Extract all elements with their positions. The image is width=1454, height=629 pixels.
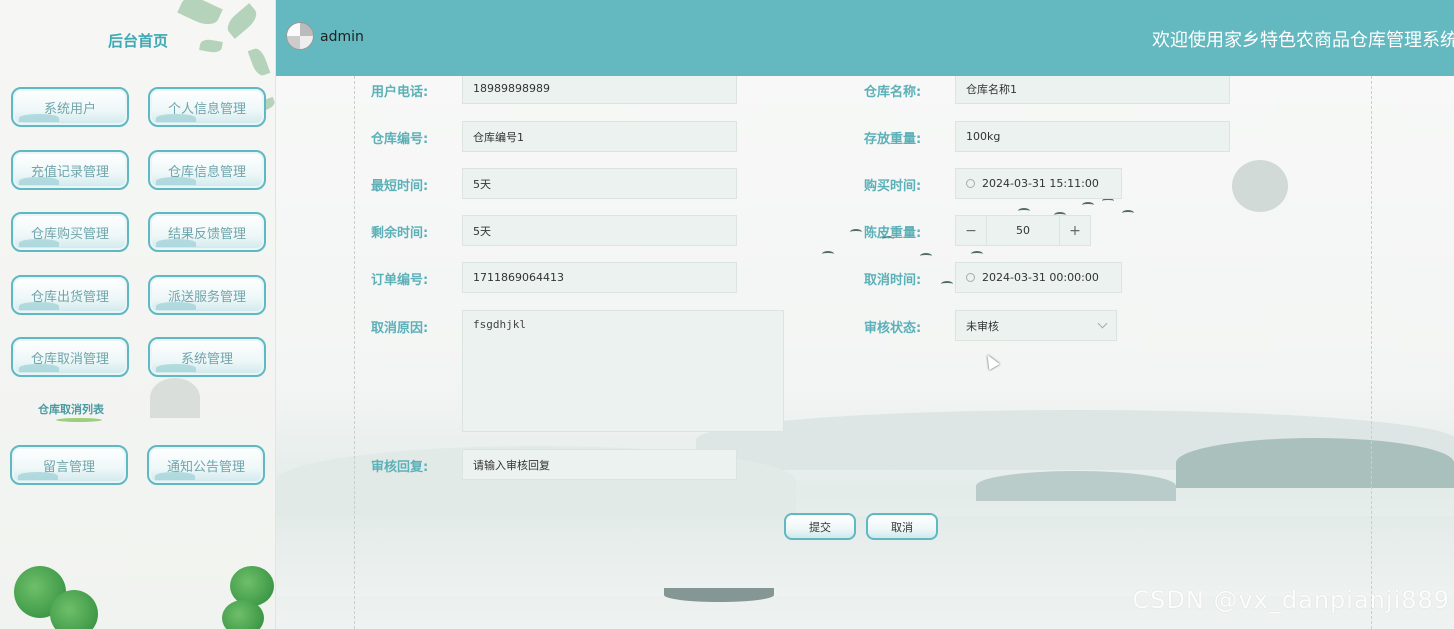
cancel-time-value: 2024-03-31 00:00:00 bbox=[982, 271, 1099, 284]
mountain-decoration bbox=[150, 378, 200, 418]
bird-decoration bbox=[1122, 210, 1134, 216]
label-phone: 用户电话: bbox=[371, 85, 429, 100]
bird-decoration bbox=[850, 229, 862, 235]
remaining-time-field[interactable]: 5天 bbox=[462, 215, 737, 246]
menu-notices[interactable]: 通知公告管理 bbox=[147, 445, 265, 485]
label-cancel-reason: 取消原因: bbox=[371, 321, 429, 336]
increment-button[interactable]: + bbox=[1060, 216, 1090, 245]
min-time-value: 5天 bbox=[473, 177, 491, 191]
bird-decoration bbox=[1018, 208, 1030, 214]
menu-warehouse-info[interactable]: 仓库信息管理 bbox=[148, 150, 266, 190]
warehouse-no-field[interactable]: 仓库编号1 bbox=[462, 121, 737, 152]
menu-messages[interactable]: 留言管理 bbox=[10, 445, 128, 485]
menu-recharge-records[interactable]: 充值记录管理 bbox=[11, 150, 129, 190]
label-warehouse-name: 仓库名称: bbox=[864, 85, 922, 100]
bird-decoration bbox=[822, 251, 834, 257]
cancel-reason-value: fsgdhjkl bbox=[473, 318, 526, 331]
sidebar-title-home[interactable]: 后台首页 bbox=[0, 30, 275, 51]
tare-weight-value[interactable]: 50 bbox=[986, 216, 1060, 245]
cancel-time-picker[interactable]: 2024-03-31 00:00:00 bbox=[955, 262, 1122, 293]
remaining-time-value: 5天 bbox=[473, 224, 491, 238]
cancel-reason-textarea[interactable]: fsgdhjkl bbox=[462, 310, 784, 432]
storage-weight-field[interactable]: 100kg bbox=[955, 121, 1230, 152]
label-purchase-time: 购买时间: bbox=[864, 179, 922, 194]
clock-icon bbox=[966, 273, 975, 282]
min-time-field[interactable]: 5天 bbox=[462, 168, 737, 199]
menu-personal-info[interactable]: 个人信息管理 bbox=[148, 87, 266, 127]
submit-button[interactable]: 提交 bbox=[784, 513, 856, 540]
welcome-text: 欢迎使用家乡特色农商品仓库管理系统 bbox=[1152, 30, 1454, 51]
order-no-field[interactable]: 1711869064413 bbox=[462, 262, 737, 293]
review-reply-input[interactable]: 请输入审核回复 bbox=[462, 449, 737, 480]
review-status-select[interactable]: 未审核 bbox=[955, 310, 1117, 341]
purchase-time-picker[interactable]: 2024-03-31 15:11:00 bbox=[955, 168, 1122, 199]
warehouse-no-value: 仓库编号1 bbox=[473, 130, 524, 144]
label-storage-weight: 存放重量: bbox=[864, 132, 922, 147]
boat-decoration bbox=[664, 588, 774, 602]
storage-weight-value: 100kg bbox=[966, 130, 1001, 143]
sidebar: 后台首页 系统用户 个人信息管理 充值记录管理 仓库信息管理 仓库购买管理 结果… bbox=[0, 0, 276, 629]
warehouse-name-value: 仓库名称1 bbox=[966, 82, 1017, 96]
chevron-down-icon bbox=[1097, 318, 1108, 329]
menu-warehouse-purchase[interactable]: 仓库购买管理 bbox=[11, 212, 129, 252]
mouse-cursor bbox=[982, 351, 1000, 371]
phone-field[interactable]: 18989898989 bbox=[462, 76, 737, 104]
review-status-value: 未审核 bbox=[966, 319, 999, 333]
order-no-value: 1711869064413 bbox=[473, 271, 564, 284]
label-review-reply: 审核回复: bbox=[371, 460, 429, 475]
purchase-time-value: 2024-03-31 15:11:00 bbox=[982, 177, 1099, 190]
label-cancel-time: 取消时间: bbox=[864, 273, 922, 288]
bird-decoration bbox=[941, 281, 953, 287]
cancel-button[interactable]: 取消 bbox=[866, 513, 938, 540]
tare-weight-stepper[interactable]: − 50 + bbox=[955, 215, 1091, 246]
menu-warehouse-shipment[interactable]: 仓库出货管理 bbox=[11, 275, 129, 315]
menu-result-feedback[interactable]: 结果反馈管理 bbox=[148, 212, 266, 252]
menu-system-management[interactable]: 系统管理 bbox=[148, 337, 266, 377]
warehouse-name-field[interactable]: 仓库名称1 bbox=[955, 76, 1230, 104]
top-header: admin 欢迎使用家乡特色农商品仓库管理系统 bbox=[276, 0, 1454, 76]
bird-decoration bbox=[971, 251, 983, 257]
username: admin bbox=[320, 29, 364, 45]
label-min-time: 最短时间: bbox=[371, 179, 429, 194]
main-content: 用户电话: 18989898989 仓库名称: 仓库名称1 仓库编号: 仓库编号… bbox=[276, 76, 1454, 629]
avatar[interactable] bbox=[286, 22, 314, 50]
mountain-decoration bbox=[1176, 438, 1454, 488]
submenu-underline bbox=[56, 418, 102, 422]
label-remaining-time: 剩余时间: bbox=[371, 226, 429, 241]
label-tare-weight: 陈皮重量: bbox=[864, 226, 922, 241]
lotus-leaf-decoration bbox=[222, 600, 264, 629]
menu-delivery-service[interactable]: 派送服务管理 bbox=[148, 275, 266, 315]
menu-system-users[interactable]: 系统用户 bbox=[11, 87, 129, 127]
leaf-decoration bbox=[177, 0, 223, 30]
review-reply-placeholder: 请输入审核回复 bbox=[473, 458, 550, 472]
label-warehouse-no: 仓库编号: bbox=[371, 132, 429, 147]
leaf-decoration bbox=[247, 46, 271, 78]
moon-decoration bbox=[1232, 160, 1288, 212]
menu-warehouse-cancel[interactable]: 仓库取消管理 bbox=[11, 337, 129, 377]
lotus-leaf-decoration bbox=[50, 590, 98, 629]
mountain-decoration bbox=[976, 471, 1176, 501]
bird-decoration bbox=[920, 253, 932, 259]
water-decoration bbox=[276, 516, 1454, 596]
clock-icon bbox=[966, 179, 975, 188]
label-order-no: 订单编号: bbox=[371, 273, 429, 288]
phone-value: 18989898989 bbox=[473, 82, 550, 95]
form-border-left bbox=[354, 76, 355, 629]
watermark: CSDN @vx_danpianji889 bbox=[1132, 586, 1450, 614]
submenu-warehouse-cancel-list[interactable]: 仓库取消列表 bbox=[38, 401, 104, 417]
form-border-right bbox=[1371, 76, 1372, 629]
bird-decoration bbox=[1082, 202, 1094, 208]
label-review-status: 审核状态: bbox=[864, 321, 922, 336]
decrement-button[interactable]: − bbox=[956, 216, 986, 245]
